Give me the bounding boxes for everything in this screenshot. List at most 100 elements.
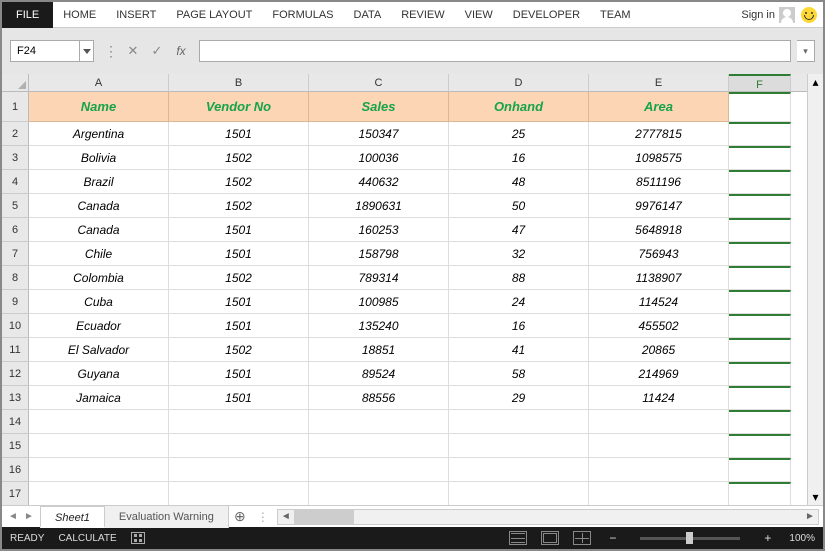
cell[interactable] — [729, 386, 791, 410]
cell[interactable] — [729, 92, 791, 122]
horizontal-scrollbar[interactable]: ◄ ► — [277, 509, 819, 525]
accept-formula-button[interactable]: ✓ — [145, 40, 169, 62]
cell[interactable] — [449, 482, 589, 505]
cell[interactable]: 100036 — [309, 146, 449, 170]
feedback-smiley-icon[interactable] — [801, 7, 817, 23]
scroll-up-button[interactable]: ▴ — [808, 74, 823, 90]
cell[interactable] — [729, 338, 791, 362]
scroll-down-button[interactable]: ▾ — [808, 489, 823, 505]
column-header-c[interactable]: C — [309, 74, 449, 92]
header-cell[interactable]: Sales — [309, 92, 449, 122]
row-header[interactable]: 5 — [2, 194, 29, 218]
cell[interactable]: 20865 — [589, 338, 729, 362]
cell[interactable]: 88556 — [309, 386, 449, 410]
signin-link[interactable]: Sign in — [741, 7, 801, 23]
tab-review[interactable]: REVIEW — [391, 2, 454, 28]
vertical-scrollbar[interactable]: ▴ ▾ — [807, 74, 823, 505]
row-header[interactable]: 9 — [2, 290, 29, 314]
cell[interactable]: 756943 — [589, 242, 729, 266]
tab-insert[interactable]: INSERT — [106, 2, 166, 28]
cell[interactable] — [309, 458, 449, 482]
cell[interactable] — [169, 458, 309, 482]
cell[interactable]: Canada — [29, 218, 169, 242]
row-header[interactable]: 14 — [2, 410, 29, 434]
cell[interactable]: 135240 — [309, 314, 449, 338]
scroll-track[interactable] — [808, 90, 823, 489]
expand-formula-bar-button[interactable]: ▾ — [797, 40, 815, 62]
cell[interactable]: 88 — [449, 266, 589, 290]
row-header[interactable]: 15 — [2, 434, 29, 458]
cell[interactable]: 455502 — [589, 314, 729, 338]
row-header[interactable]: 6 — [2, 218, 29, 242]
cell[interactable]: Argentina — [29, 122, 169, 146]
cell[interactable]: 50 — [449, 194, 589, 218]
view-page-break-button[interactable] — [573, 531, 591, 545]
formula-input[interactable] — [199, 40, 791, 62]
cell[interactable]: 1501 — [169, 386, 309, 410]
cell[interactable] — [729, 242, 791, 266]
cell[interactable] — [589, 410, 729, 434]
cell[interactable]: 1501 — [169, 242, 309, 266]
row-header[interactable]: 2 — [2, 122, 29, 146]
row-header[interactable]: 10 — [2, 314, 29, 338]
cell[interactable]: 1501 — [169, 122, 309, 146]
tab-view[interactable]: VIEW — [455, 2, 503, 28]
cell[interactable] — [589, 434, 729, 458]
zoom-knob[interactable] — [686, 532, 693, 544]
tab-formulas[interactable]: FORMULAS — [262, 2, 343, 28]
cell[interactable]: 1502 — [169, 266, 309, 290]
cell[interactable] — [29, 482, 169, 505]
cell[interactable]: Ecuador — [29, 314, 169, 338]
cell[interactable]: Canada — [29, 194, 169, 218]
cell[interactable]: 150347 — [309, 122, 449, 146]
insert-function-button[interactable]: fx — [169, 40, 193, 62]
cell[interactable] — [309, 434, 449, 458]
cell[interactable]: 440632 — [309, 170, 449, 194]
cell[interactable]: Colombia — [29, 266, 169, 290]
zoom-out-button[interactable]: − — [605, 531, 620, 545]
cell[interactable]: Brazil — [29, 170, 169, 194]
cell[interactable] — [729, 266, 791, 290]
cell[interactable] — [729, 434, 791, 458]
cell[interactable]: 1501 — [169, 314, 309, 338]
view-page-layout-button[interactable] — [541, 531, 559, 545]
tab-page-layout[interactable]: PAGE LAYOUT — [166, 2, 262, 28]
cell[interactable] — [729, 290, 791, 314]
cell[interactable]: 8511196 — [589, 170, 729, 194]
row-header[interactable]: 11 — [2, 338, 29, 362]
cell[interactable]: 5648918 — [589, 218, 729, 242]
cell[interactable]: 114524 — [589, 290, 729, 314]
view-normal-button[interactable] — [509, 531, 527, 545]
cell[interactable] — [729, 314, 791, 338]
cell[interactable]: 1098575 — [589, 146, 729, 170]
cell[interactable]: 789314 — [309, 266, 449, 290]
cell[interactable]: 100985 — [309, 290, 449, 314]
grid-body[interactable]: 1NameVendor NoSalesOnhandArea2Argentina1… — [2, 92, 823, 505]
cell[interactable]: 160253 — [309, 218, 449, 242]
tab-team[interactable]: TEAM — [590, 2, 641, 28]
row-header[interactable]: 12 — [2, 362, 29, 386]
tab-file[interactable]: FILE — [2, 2, 53, 28]
cell[interactable] — [29, 410, 169, 434]
row-header[interactable]: 4 — [2, 170, 29, 194]
hscroll-track[interactable] — [294, 510, 802, 524]
cell[interactable] — [729, 482, 791, 505]
cell[interactable]: 1502 — [169, 194, 309, 218]
cell[interactable]: 1502 — [169, 338, 309, 362]
cell[interactable]: Jamaica — [29, 386, 169, 410]
cell[interactable]: Bolivia — [29, 146, 169, 170]
cell[interactable]: 41 — [449, 338, 589, 362]
name-box[interactable] — [11, 41, 79, 61]
cell[interactable]: 58 — [449, 362, 589, 386]
cell[interactable]: 1890631 — [309, 194, 449, 218]
cell[interactable] — [729, 218, 791, 242]
cell[interactable] — [729, 146, 791, 170]
cell[interactable]: 1502 — [169, 170, 309, 194]
header-cell[interactable]: Area — [589, 92, 729, 122]
cell[interactable] — [309, 482, 449, 505]
row-header[interactable]: 7 — [2, 242, 29, 266]
tab-home[interactable]: HOME — [53, 2, 106, 28]
cancel-formula-button[interactable]: ✕ — [121, 40, 145, 62]
cell[interactable]: 1138907 — [589, 266, 729, 290]
sheet-tab-active[interactable]: Sheet1 — [40, 506, 105, 528]
